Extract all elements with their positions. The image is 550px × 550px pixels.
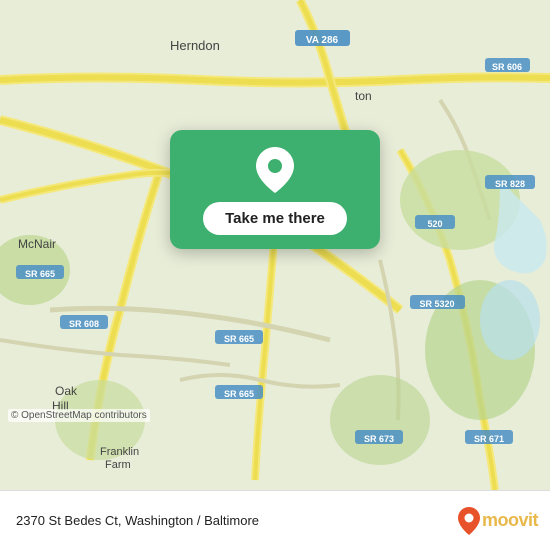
svg-text:VA 286: VA 286 bbox=[306, 35, 339, 46]
svg-text:ton: ton bbox=[355, 89, 372, 103]
location-pin-icon bbox=[251, 146, 299, 194]
svg-text:SR 606: SR 606 bbox=[492, 62, 522, 72]
svg-text:Herndon: Herndon bbox=[170, 38, 220, 53]
svg-text:SR 671: SR 671 bbox=[474, 434, 504, 444]
location-card: Take me there bbox=[170, 130, 380, 249]
svg-text:SR 608: SR 608 bbox=[69, 319, 99, 329]
svg-text:SR 828: SR 828 bbox=[495, 179, 525, 189]
take-me-there-button[interactable]: Take me there bbox=[203, 202, 347, 235]
svg-text:SR 665: SR 665 bbox=[224, 334, 254, 344]
map-container: VA 286 SR 606 SR 828 SR 665 SR 608 SR 66… bbox=[0, 0, 550, 490]
svg-text:SR 665: SR 665 bbox=[224, 389, 254, 399]
svg-text:Farm: Farm bbox=[105, 459, 131, 471]
svg-text:SR 5320: SR 5320 bbox=[419, 299, 454, 309]
address-label: 2370 St Bedes Ct, Washington / Baltimore bbox=[16, 513, 458, 528]
svg-text:Franklin: Franklin bbox=[100, 446, 139, 458]
moovit-wordmark: moovit bbox=[482, 510, 538, 531]
svg-text:McNair: McNair bbox=[18, 237, 56, 251]
svg-text:520: 520 bbox=[427, 219, 442, 229]
svg-text:SR 665: SR 665 bbox=[25, 269, 55, 279]
svg-text:SR 673: SR 673 bbox=[364, 434, 394, 444]
map-attribution: © OpenStreetMap contributors bbox=[8, 409, 150, 422]
bottom-bar: 2370 St Bedes Ct, Washington / Baltimore… bbox=[0, 490, 550, 550]
moovit-logo: moovit bbox=[458, 507, 538, 535]
moovit-pin-icon bbox=[458, 507, 480, 535]
svg-text:Oak: Oak bbox=[55, 384, 78, 398]
